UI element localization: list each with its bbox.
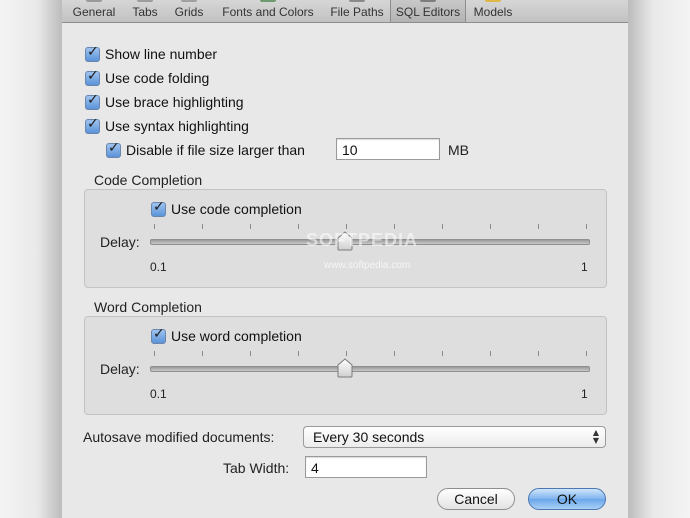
- tab-label: Grids: [174, 5, 204, 19]
- slider-knob[interactable]: [337, 358, 353, 378]
- slider-track[interactable]: [150, 366, 590, 372]
- tab-label: SQL Editors: [395, 5, 461, 19]
- checkbox-label: Use syntax highlighting: [105, 118, 249, 134]
- checkbox-checked-icon: [106, 140, 121, 158]
- slider-tick: [442, 351, 443, 356]
- disable-large-file-checkbox[interactable]: Disable if file size larger than: [106, 140, 305, 160]
- use-syntax-highlighting-checkbox[interactable]: Use syntax highlighting: [85, 116, 249, 136]
- slider-min-label: 0.1: [150, 260, 167, 274]
- show-line-number-checkbox[interactable]: Show line number: [85, 44, 217, 64]
- autosave-selected-value: Every 30 seconds: [313, 429, 425, 445]
- popup-arrows-icon: ▲ ▼: [592, 428, 599, 445]
- tab-grids[interactable]: Grids: [170, 0, 208, 22]
- slider-tick: [202, 351, 203, 356]
- desktop-background-right: [628, 0, 690, 518]
- tab-label: Models: [473, 5, 513, 19]
- slider-min-label: 0.1: [150, 387, 167, 401]
- tab-width-label: Tab Width:: [223, 460, 290, 476]
- checkbox-label: Use brace highlighting: [105, 94, 244, 110]
- tabs-icon: [137, 0, 153, 2]
- tab-tabs[interactable]: Tabs: [126, 0, 164, 22]
- slider-max-label: 1: [581, 260, 588, 274]
- tab-label: General: [72, 5, 116, 19]
- slider-tick: [346, 351, 347, 356]
- word-completion-delay-slider[interactable]: [150, 349, 590, 379]
- models-icon: [485, 0, 501, 2]
- slider-tick: [442, 224, 443, 229]
- fonts-colors-icon: [260, 0, 276, 2]
- preferences-toolbar: General Tabs Grids Fonts and Colors File…: [62, 0, 628, 23]
- tab-width-input[interactable]: 4: [305, 456, 427, 478]
- tab-file-paths[interactable]: File Paths: [325, 0, 389, 22]
- checkbox-checked-icon: [85, 68, 100, 86]
- slider-tick: [538, 351, 539, 356]
- slider-tick: [298, 224, 299, 229]
- slider-tick: [490, 351, 491, 356]
- general-icon: [86, 0, 102, 2]
- grid-icon: [181, 0, 197, 2]
- slider-tick: [154, 351, 155, 356]
- slider-track[interactable]: [150, 239, 590, 245]
- sql-editor-icon: [420, 0, 436, 2]
- slider-tick: [346, 224, 347, 229]
- ok-button[interactable]: OK: [528, 488, 606, 510]
- autosave-label: Autosave modified documents:: [83, 429, 275, 445]
- use-code-folding-checkbox[interactable]: Use code folding: [85, 68, 209, 88]
- file-size-unit: MB: [448, 142, 469, 158]
- desktop-background-left: [0, 0, 62, 518]
- checkbox-checked-icon: [85, 116, 100, 134]
- slider-max-label: 1: [581, 387, 588, 401]
- slider-tick: [586, 224, 587, 229]
- code-completion-delay-slider[interactable]: [150, 222, 590, 252]
- slider-tick: [250, 224, 251, 229]
- cancel-button[interactable]: Cancel: [437, 488, 515, 510]
- tab-label: Fonts and Colors: [222, 5, 314, 19]
- tab-fonts-and-colors[interactable]: Fonts and Colors: [216, 0, 320, 22]
- delay-label: Delay:: [100, 361, 140, 377]
- slider-tick: [250, 351, 251, 356]
- slider-tick: [586, 351, 587, 356]
- delay-label: Delay:: [100, 234, 140, 250]
- checkbox-checked-icon: [85, 92, 100, 110]
- checkbox-checked-icon: [151, 199, 166, 217]
- checkbox-checked-icon: [151, 326, 166, 344]
- use-code-completion-checkbox[interactable]: Use code completion: [151, 199, 302, 219]
- checkbox-label: Use code completion: [171, 201, 302, 217]
- checkbox-checked-icon: [85, 44, 100, 62]
- word-completion-title: Word Completion: [94, 299, 202, 315]
- slider-tick: [154, 224, 155, 229]
- slider-knob[interactable]: [337, 231, 353, 251]
- autosave-popup[interactable]: Every 30 seconds ▲ ▼: [303, 426, 606, 448]
- file-size-input[interactable]: 10: [336, 138, 440, 160]
- checkbox-label: Disable if file size larger than: [126, 142, 305, 158]
- folder-icon: [349, 0, 365, 2]
- use-brace-highlighting-checkbox[interactable]: Use brace highlighting: [85, 92, 244, 112]
- use-word-completion-checkbox[interactable]: Use word completion: [151, 326, 302, 346]
- tab-general[interactable]: General: [66, 0, 122, 22]
- preferences-window: General Tabs Grids Fonts and Colors File…: [62, 0, 628, 518]
- checkbox-label: Use word completion: [171, 328, 302, 344]
- tab-sql-editors[interactable]: SQL Editors: [390, 0, 466, 22]
- slider-tick: [298, 351, 299, 356]
- slider-tick: [394, 351, 395, 356]
- slider-tick: [490, 224, 491, 229]
- checkbox-label: Show line number: [105, 46, 218, 62]
- slider-tick: [538, 224, 539, 229]
- slider-tick: [394, 224, 395, 229]
- tab-models[interactable]: Models: [468, 0, 518, 22]
- checkbox-label: Use code folding: [105, 70, 210, 86]
- tab-label: Tabs: [132, 5, 158, 19]
- slider-tick: [202, 224, 203, 229]
- tab-label: File Paths: [330, 5, 384, 19]
- code-completion-title: Code Completion: [94, 172, 203, 188]
